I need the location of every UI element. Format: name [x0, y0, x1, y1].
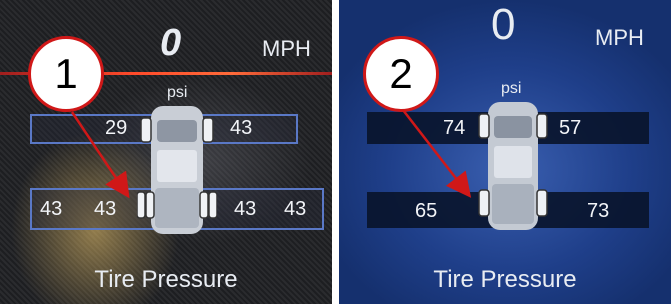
- tire-pressure-panel-2: 0 MPH psi 74 57 65 73 Tire Pressure 2: [339, 0, 671, 304]
- tire-pressure-panel-1: 0 MPH psi 29 43 43 43 43 43 Tire Pressur…: [0, 0, 332, 304]
- arrow-icon: [70, 111, 130, 199]
- arrow-icon: [402, 109, 472, 198]
